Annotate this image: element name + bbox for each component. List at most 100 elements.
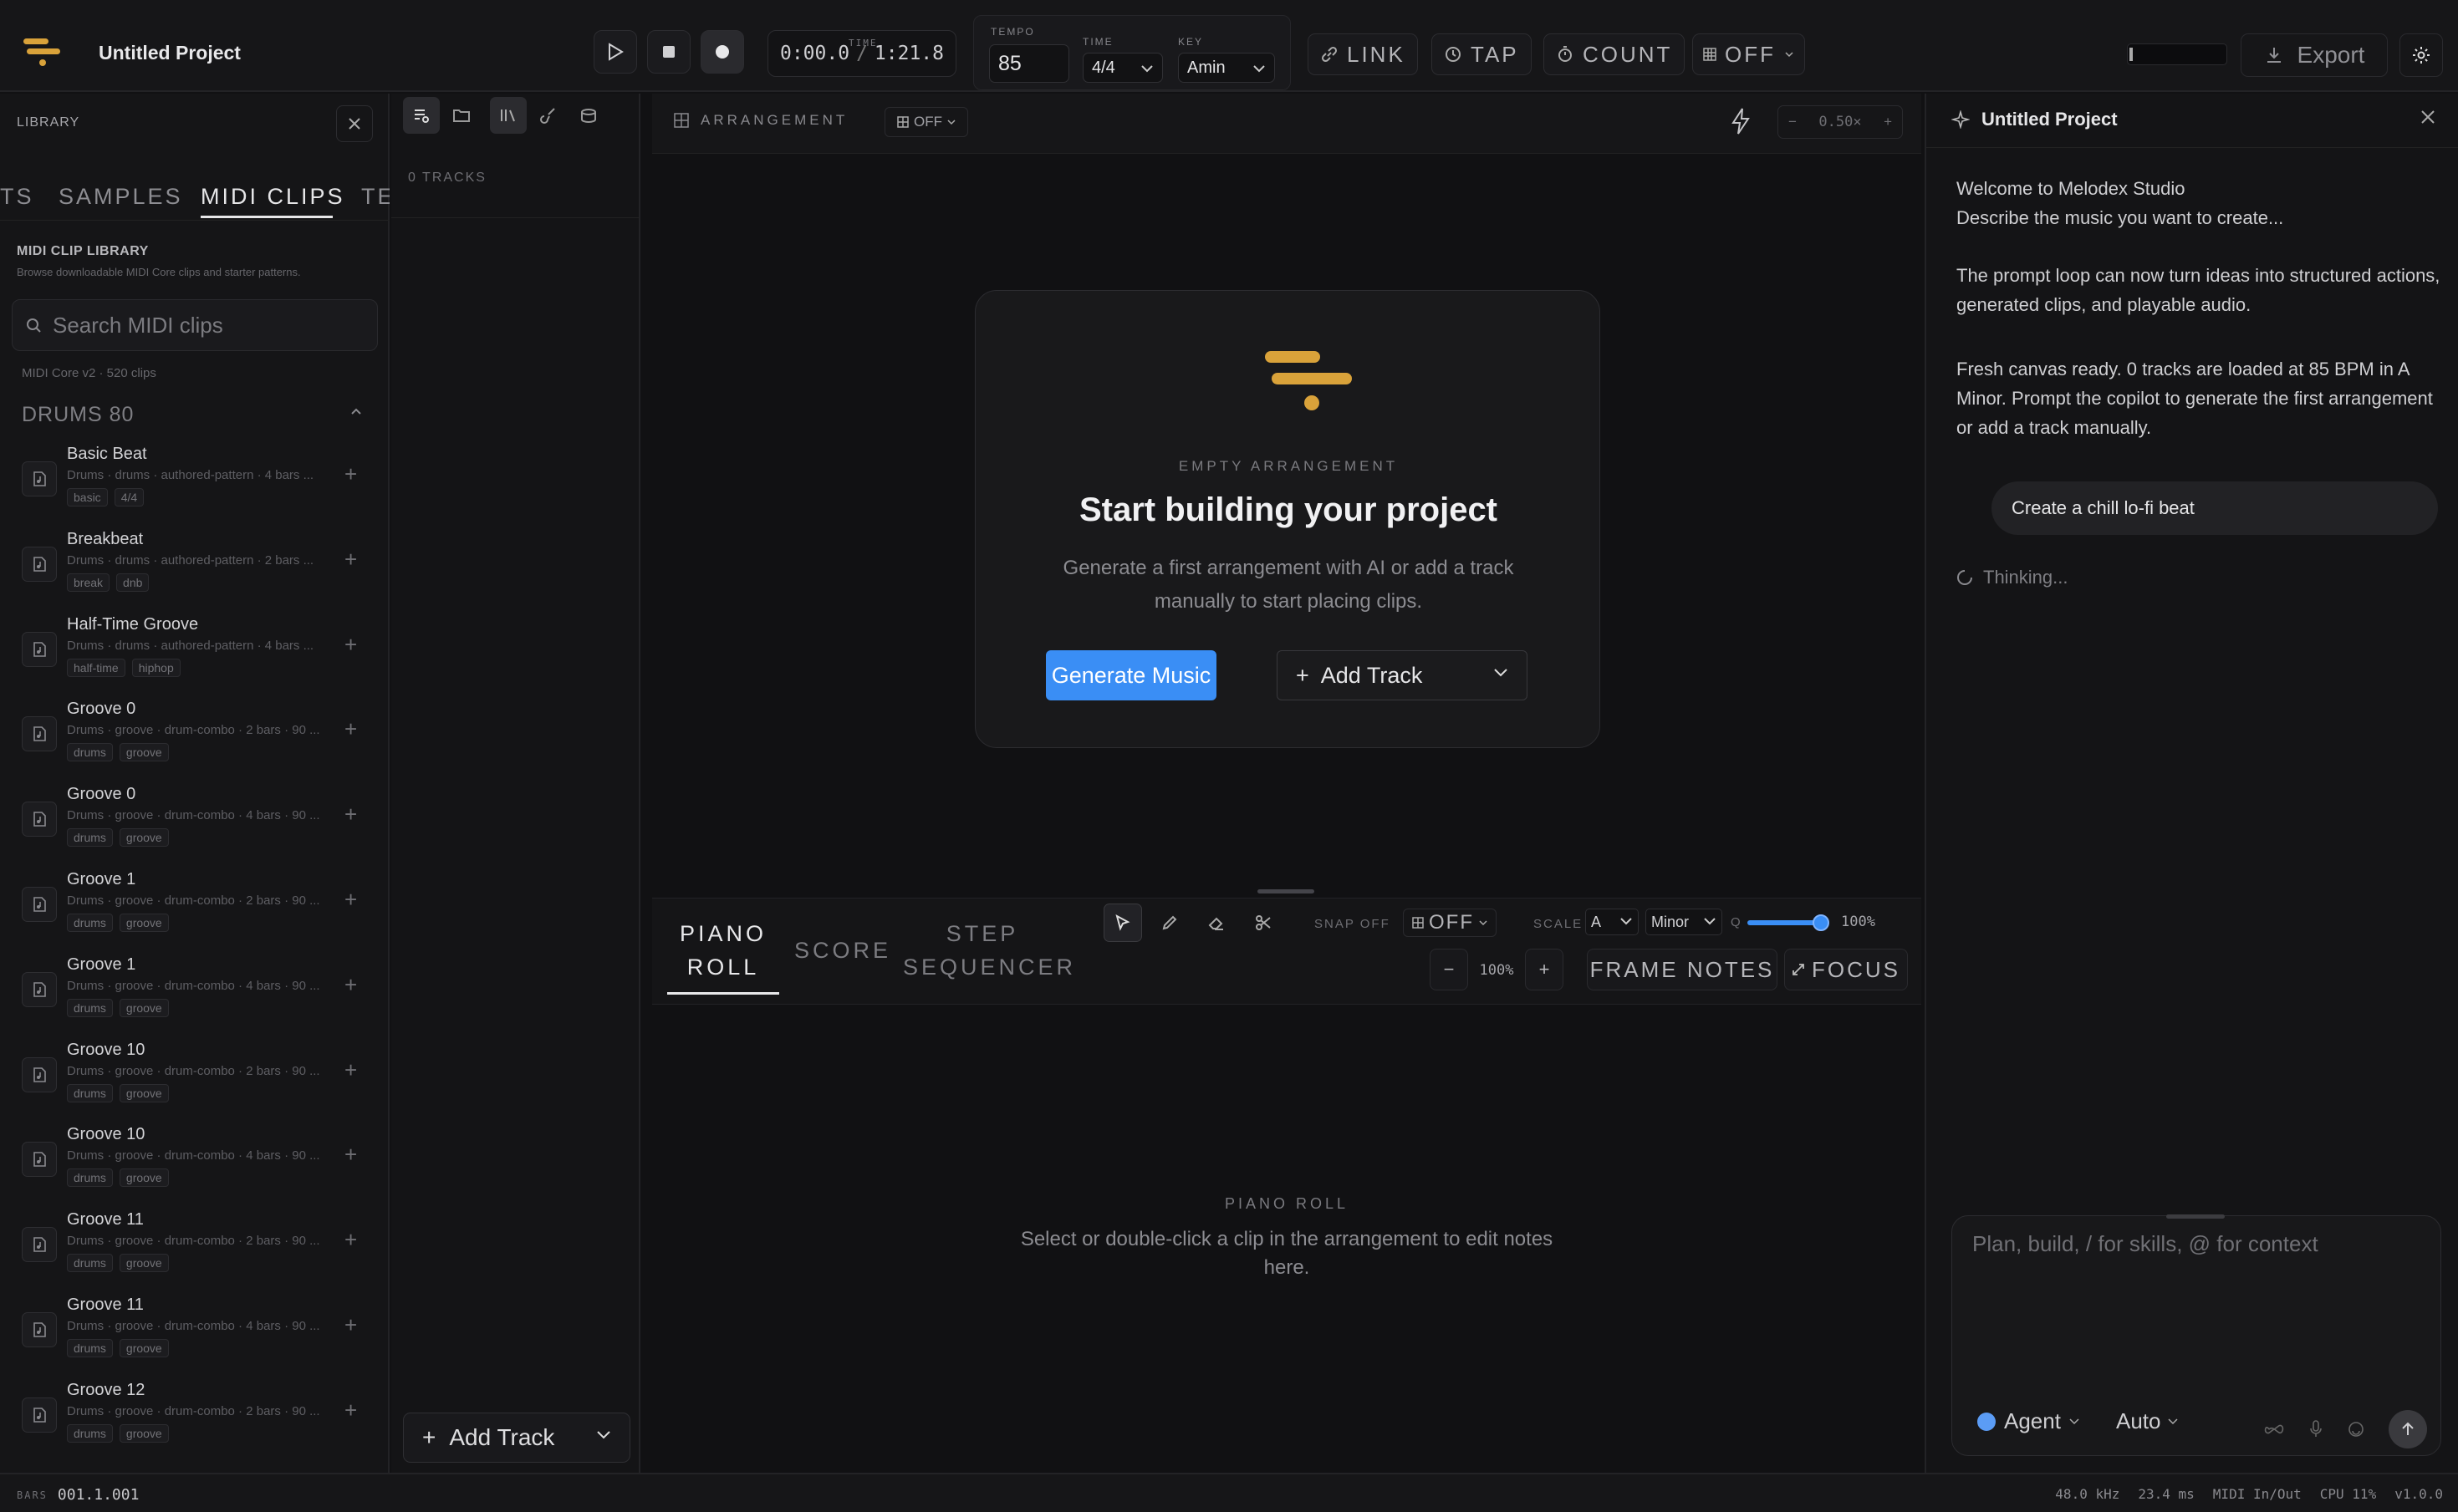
add-clip-button[interactable]: + (344, 716, 357, 742)
track-count: 0 TRACKS (408, 171, 487, 185)
spinner-icon (1957, 570, 1972, 585)
add-clip-button[interactable]: + (344, 802, 357, 827)
link-button[interactable]: LINK (1308, 33, 1418, 75)
tracklist-view-button[interactable] (403, 97, 440, 134)
add-clip-button[interactable]: + (344, 1227, 357, 1253)
list-item[interactable]: Groove 10 Drums · groove · drum-combo · 4… (0, 1125, 390, 1210)
record-button[interactable] (701, 30, 744, 74)
select-tool[interactable] (1104, 904, 1142, 942)
list-item[interactable]: Groove 11 Drums · groove · drum-combo · 2… (0, 1210, 390, 1296)
add-track-button[interactable]: + Add Track (1277, 650, 1527, 700)
active-tab-indicator (667, 992, 779, 995)
list-item[interactable]: Groove 11 Drums · groove · drum-combo · 4… (0, 1296, 390, 1381)
resize-handle[interactable] (2166, 1214, 2225, 1219)
infinity-icon[interactable] (2263, 1423, 2285, 1435)
chevron-up-icon[interactable] (349, 406, 363, 416)
list-item[interactable]: Groove 0 Drums · groove · drum-combo · 4 … (0, 785, 390, 870)
add-clip-button[interactable]: + (344, 1142, 357, 1168)
add-track-button[interactable]: + Add Track (403, 1413, 630, 1463)
count-in-button[interactable]: COUNT (1543, 33, 1685, 75)
metronome-off-button[interactable]: OFF (1692, 33, 1805, 75)
send-button[interactable] (2389, 1410, 2427, 1448)
tap-button[interactable]: TAP (1431, 33, 1532, 75)
snap-select[interactable]: OFF (1403, 909, 1497, 937)
tab-step-sequencer[interactable]: STEP SEQUENCER (903, 917, 1073, 984)
browser-button[interactable] (443, 97, 480, 134)
editor-zoom-out-button[interactable]: − (1430, 949, 1468, 990)
time-sig-label: TIME (1083, 36, 1114, 48)
generate-music-button[interactable]: Generate Music (1046, 650, 1216, 700)
library-close-button[interactable] (336, 105, 373, 142)
project-title[interactable]: Untitled Project (99, 42, 241, 64)
slider-handle[interactable] (1813, 914, 1829, 931)
zoom-out-button[interactable]: − (1788, 114, 1797, 130)
eraser-tool[interactable] (1197, 904, 1236, 942)
tab-templates[interactable]: TE (361, 184, 390, 210)
chat-composer[interactable]: Plan, build, / for skills, @ for context… (1951, 1214, 2441, 1456)
list-item[interactable]: Groove 0 Drums · groove · drum-combo · 2 … (0, 700, 390, 785)
stop-button[interactable] (647, 30, 691, 74)
list-item[interactable]: Groove 12 Drums · groove · drum-combo · 2… (0, 1381, 390, 1464)
time-signature-select[interactable]: 4/4 (1083, 53, 1163, 83)
tempo-input[interactable]: 85 (989, 44, 1069, 83)
list-item[interactable]: Groove 1 Drums · groove · drum-combo · 2 … (0, 870, 390, 955)
resize-handle[interactable] (1257, 889, 1314, 893)
quantize-slider[interactable] (1747, 914, 1829, 931)
tag: drums (67, 828, 113, 848)
frame-notes-button[interactable]: FRAME NOTES (1587, 949, 1777, 990)
editor-zoom-in-button[interactable]: + (1525, 949, 1563, 990)
midi-file-icon (22, 1227, 57, 1263)
group-header[interactable]: DRUMS 80 (22, 403, 134, 427)
model-select[interactable]: Auto (2116, 1408, 2178, 1434)
drum-button[interactable] (570, 97, 607, 134)
add-clip-button[interactable]: + (344, 632, 357, 658)
list-item[interactable]: Groove 1 Drums · groove · drum-combo · 4 … (0, 955, 390, 1041)
tag: drums (67, 998, 113, 1017)
add-clip-button[interactable]: + (344, 972, 357, 998)
app-logo-icon[interactable] (22, 37, 62, 67)
zoom-in-button[interactable]: + (1884, 114, 1892, 130)
add-clip-button[interactable]: + (344, 1312, 357, 1338)
play-button[interactable] (594, 30, 637, 74)
list-item[interactable]: Basic Beat Drums · drums · authored-patte… (0, 445, 390, 530)
expand-icon (1793, 964, 1804, 975)
split-tool[interactable] (1244, 904, 1283, 942)
arrangement-snap-button[interactable]: OFF (885, 107, 968, 137)
list-item[interactable]: Breakbeat Drums · drums · authored-patter… (0, 530, 390, 615)
list-item[interactable]: Groove 10 Drums · groove · drum-combo · 2… (0, 1041, 390, 1126)
add-clip-button[interactable]: + (344, 1057, 357, 1083)
lightning-icon[interactable] (1729, 107, 1752, 135)
key-select[interactable]: Amin (1178, 53, 1275, 83)
library-view-button[interactable] (490, 97, 527, 134)
export-button[interactable]: Export (2241, 33, 2388, 77)
agent-mode-select[interactable]: Agent (1977, 1408, 2079, 1434)
tab-samples[interactable]: SAMPLES (59, 184, 183, 210)
microphone-icon[interactable] (2308, 1419, 2323, 1439)
settings-button[interactable] (2399, 33, 2443, 77)
close-icon[interactable] (2420, 109, 2436, 125)
add-clip-button[interactable]: + (344, 547, 357, 573)
add-clip-button[interactable]: + (344, 887, 357, 913)
instrument-button[interactable] (530, 97, 567, 134)
focus-button[interactable]: FOCUS (1784, 949, 1908, 990)
clip-search-input[interactable]: Search MIDI clips (12, 299, 378, 351)
list-item[interactable]: Half-Time Groove Drums · drums · authored… (0, 615, 390, 700)
piano-roll-area[interactable]: PIANO ROLL Select or double-click a clip… (652, 1005, 1921, 1471)
tab-score[interactable]: SCORE (794, 934, 891, 967)
add-clip-button[interactable]: + (344, 1397, 357, 1423)
tag: break (67, 573, 110, 592)
arrangement-canvas[interactable]: EMPTY ARRANGEMENT Start building your pr… (652, 154, 1921, 898)
tab-midi-clips[interactable]: MIDI CLIPS (201, 184, 345, 210)
add-clip-button[interactable]: + (344, 461, 357, 487)
pencil-tool[interactable] (1150, 904, 1189, 942)
scale-mode-select[interactable]: Minor (1645, 909, 1722, 935)
emoji-icon[interactable] (2347, 1420, 2365, 1438)
scale-root-select[interactable]: A (1585, 909, 1639, 935)
arrangement-header: ARRANGEMENT OFF − 0.50× + (652, 94, 1921, 154)
empty-title: Start building your project (1079, 491, 1498, 528)
tab-instruments[interactable]: TS (0, 184, 34, 210)
tab-piano-roll[interactable]: PIANO ROLL (667, 917, 779, 984)
tag: dnb (116, 573, 150, 592)
tag: groove (119, 1083, 169, 1102)
chevron-down-icon (2069, 1418, 2079, 1424)
